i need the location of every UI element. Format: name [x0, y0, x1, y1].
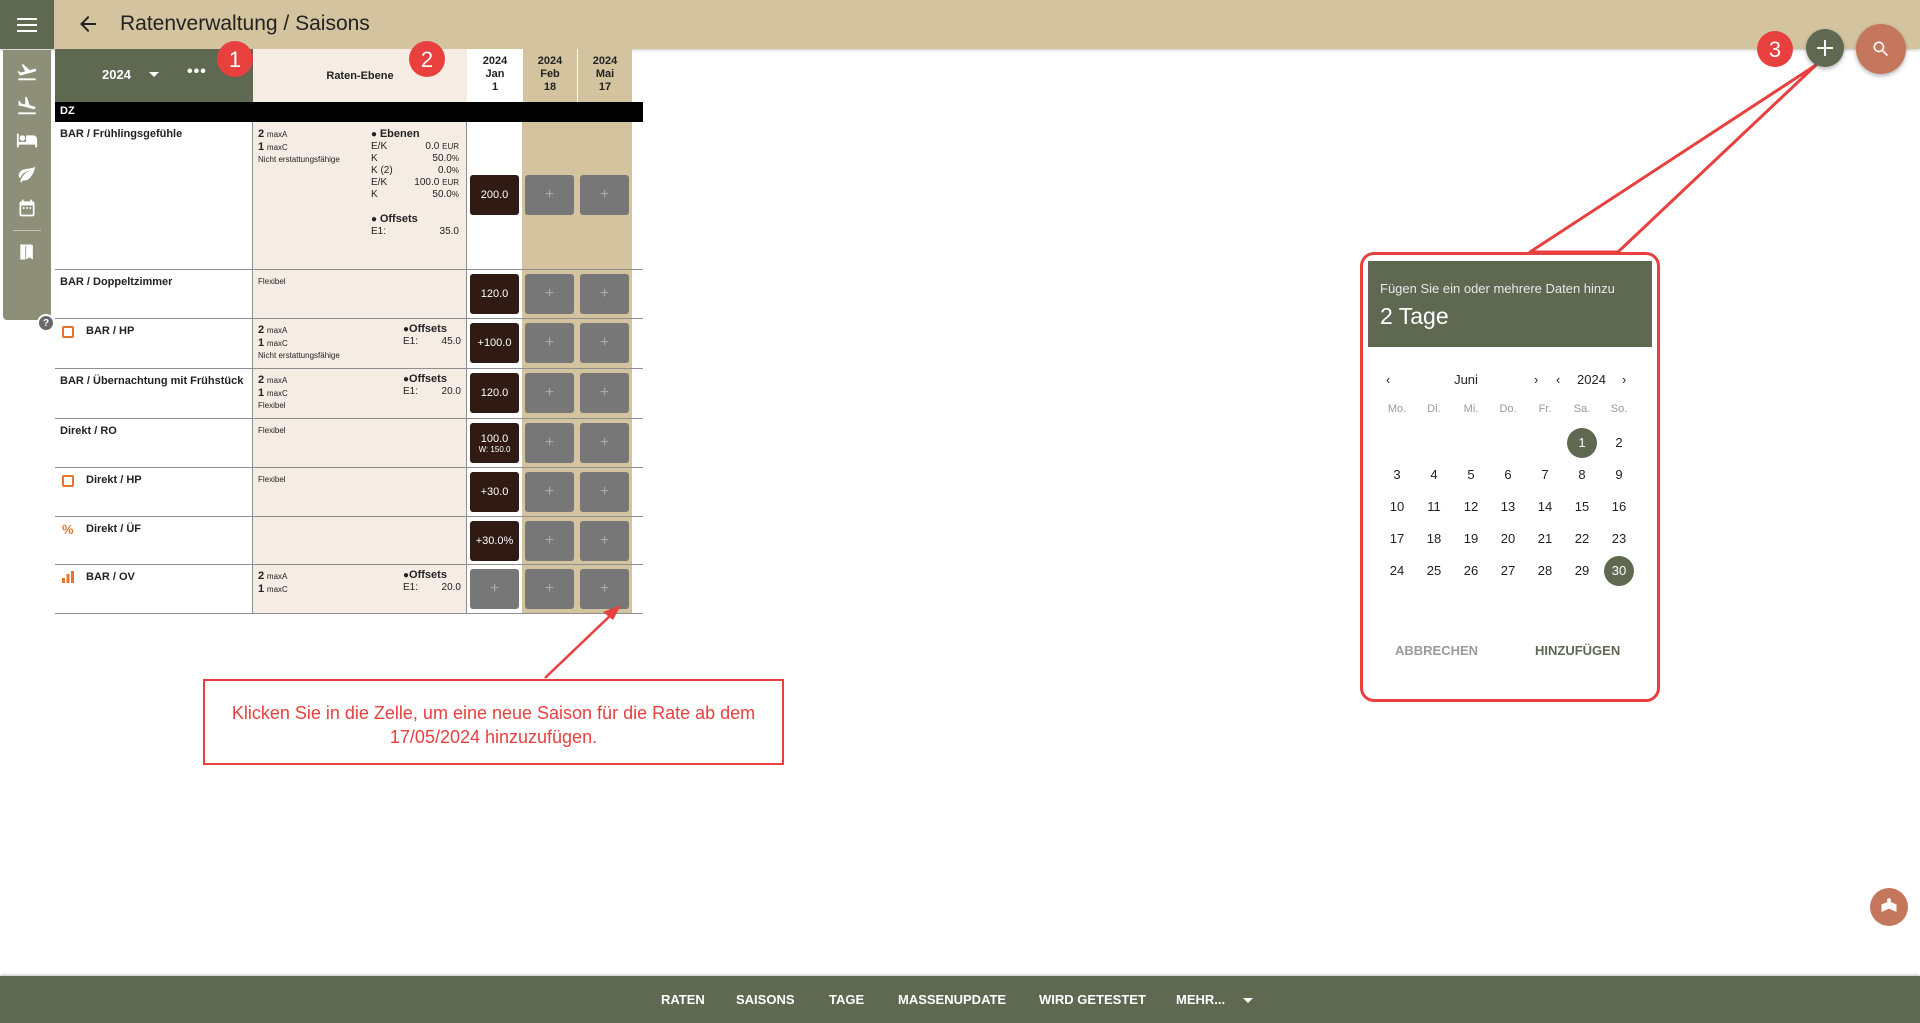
svg-text:2: 2 — [421, 47, 433, 72]
tab-wird-getestet[interactable]: WIRD GETESTET — [1039, 992, 1146, 1007]
annotation-arrowhead — [603, 605, 621, 620]
calendar-day[interactable]: 25 — [1419, 556, 1449, 586]
month-label[interactable]: Juni — [1451, 372, 1481, 387]
calendar-day[interactable]: 19 — [1456, 524, 1486, 554]
caret-down-icon[interactable] — [1243, 998, 1253, 1003]
year-label[interactable]: 2024 — [1577, 372, 1606, 387]
tab-raten[interactable]: RATEN — [661, 992, 705, 1007]
annotation-badge-3: 3 — [1757, 31, 1793, 67]
calendar-day[interactable]: 3 — [1382, 460, 1412, 490]
datepicker-subtitle: Fügen Sie ein oder mehrere Daten hinzu — [1380, 281, 1615, 296]
callout-pointer — [1528, 63, 1818, 254]
calendar-day[interactable]: 12 — [1456, 492, 1486, 522]
plus-icon — [1817, 40, 1833, 56]
calendar-day[interactable]: 13 — [1493, 492, 1523, 522]
calendar-day[interactable]: 10 — [1382, 492, 1412, 522]
add-date-button[interactable] — [1806, 29, 1844, 67]
calendar-day[interactable]: 7 — [1530, 460, 1560, 490]
calendar-day[interactable]: 18 — [1419, 524, 1449, 554]
tab-mehr[interactable]: MEHR... — [1176, 992, 1225, 1007]
calendar-day[interactable]: 11 — [1419, 492, 1449, 522]
datepicker-header: Fügen Sie ein oder mehrere Daten hinzu 2… — [1368, 261, 1652, 347]
annotation-text-box: Klicken Sie in die Zelle, um eine neue S… — [203, 679, 784, 765]
guide-button[interactable] — [1870, 888, 1908, 926]
next-month-icon[interactable]: › — [1534, 372, 1538, 387]
calendar-day[interactable]: 24 — [1382, 556, 1412, 586]
add-dates-button[interactable]: HINZUFÜGEN — [1535, 643, 1620, 658]
calendar-day[interactable]: 28 — [1530, 556, 1560, 586]
prev-month-icon[interactable]: ‹ — [1386, 372, 1390, 387]
search-button[interactable] — [1856, 24, 1906, 74]
datepicker-title: 2 Tage — [1380, 303, 1449, 329]
book-open-icon — [1881, 898, 1897, 912]
annotation-badge-2: 2 — [409, 41, 445, 77]
calendar-day[interactable]: 8 — [1567, 460, 1597, 490]
calendar-day[interactable]: 14 — [1530, 492, 1560, 522]
calendar-day[interactable]: 6 — [1493, 460, 1523, 490]
calendar-day[interactable]: 27 — [1493, 556, 1523, 586]
calendar-day[interactable]: 4 — [1419, 460, 1449, 490]
calendar-day[interactable]: 23 — [1604, 524, 1634, 554]
calendar-day[interactable]: 9 — [1604, 460, 1634, 490]
calendar-day[interactable]: 5 — [1456, 460, 1486, 490]
weekday-label: Di. — [1427, 403, 1441, 415]
tab-massenupdate[interactable]: MASSENUPDATE — [898, 992, 1006, 1007]
tab-saisons[interactable]: SAISONS — [736, 992, 795, 1007]
weekday-label: Fr. — [1538, 403, 1552, 415]
weekday-label: Mi. — [1463, 403, 1479, 415]
svg-text:3: 3 — [1769, 37, 1781, 62]
calendar-day[interactable]: 29 — [1567, 556, 1597, 586]
weekday-label: Do. — [1499, 403, 1517, 415]
cancel-button[interactable]: ABBRECHEN — [1395, 643, 1478, 658]
calendar-day[interactable]: 20 — [1493, 524, 1523, 554]
annotation-arrow — [544, 611, 615, 679]
bottom-tab-bar: RATEN SAISONS TAGE MASSENUPDATE WIRD GET… — [0, 976, 1920, 1023]
tab-tage[interactable]: TAGE — [829, 992, 864, 1007]
calendar-day[interactable]: 26 — [1456, 556, 1486, 586]
svg-text:1: 1 — [229, 47, 241, 72]
calendar-day[interactable]: 16 — [1604, 492, 1634, 522]
calendar-day[interactable]: 17 — [1382, 524, 1412, 554]
search-icon — [1873, 41, 1889, 57]
calendar-day[interactable]: 30 — [1604, 556, 1634, 586]
prev-year-icon[interactable]: ‹ — [1556, 372, 1560, 387]
calendar-day[interactable]: 2 — [1604, 428, 1634, 458]
next-year-icon[interactable]: › — [1622, 372, 1626, 387]
calendar-day[interactable]: 21 — [1530, 524, 1560, 554]
annotation-badge-1: 1 — [217, 41, 253, 77]
calendar-day[interactable]: 1 — [1567, 428, 1597, 458]
weekday-label: Sa. — [1573, 403, 1591, 415]
calendar-day[interactable]: 22 — [1567, 524, 1597, 554]
weekday-label: Mo. — [1387, 403, 1407, 415]
calendar-day[interactable]: 15 — [1567, 492, 1597, 522]
weekday-label: So. — [1610, 403, 1628, 415]
